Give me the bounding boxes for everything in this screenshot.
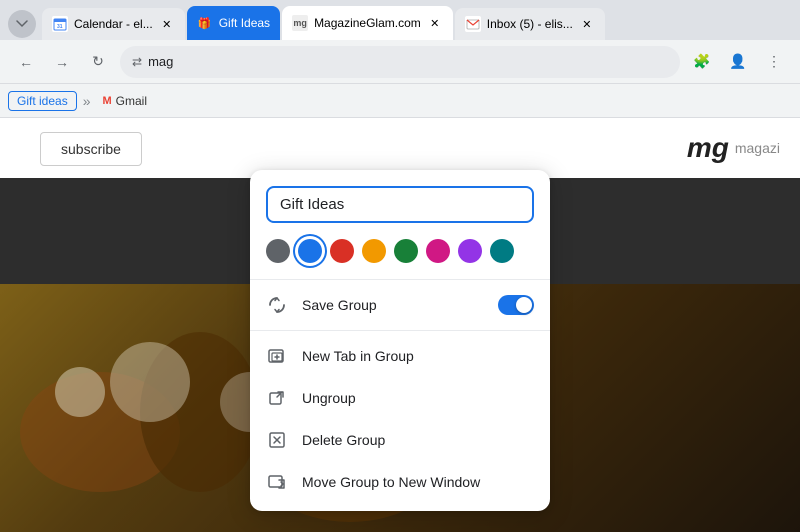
inbox-tab-close[interactable]: ✕ [579, 16, 595, 32]
color-orange[interactable] [362, 239, 386, 263]
move-group-label: Move Group to New Window [302, 474, 534, 490]
color-green[interactable] [394, 239, 418, 263]
tab-group-dropdown: Save Group New Tab in Group [250, 170, 550, 511]
calendar-favicon: 31 [52, 16, 68, 32]
color-picker-row [250, 235, 550, 275]
menu-divider-top [250, 279, 550, 280]
gmail-bookmark-label: Gmail [116, 94, 147, 108]
inbox-tab-label: Inbox (5) - elis... [487, 17, 573, 31]
calendar-tab-close[interactable]: ✕ [159, 16, 175, 32]
group-name-input[interactable] [266, 186, 534, 223]
logo-text: mg [687, 132, 729, 164]
gmail-favicon: M [103, 95, 112, 107]
toolbar: ← → ↻ ⇄ mag 🧩 👤 ⋮ [0, 40, 800, 84]
calendar-tab-label: Calendar - el... [74, 17, 153, 31]
gift-ideas-tab-label: Gift Ideas [219, 16, 270, 30]
svg-text:31: 31 [57, 24, 63, 30]
address-bar[interactable]: ⇄ mag [120, 46, 680, 78]
delete-group-item[interactable]: Delete Group [250, 419, 550, 461]
move-group-icon [266, 471, 288, 493]
menu-divider-1 [250, 330, 550, 331]
ungroup-item[interactable]: Ungroup [250, 377, 550, 419]
delete-group-icon [266, 429, 288, 451]
browser-window: 31 Calendar - el... ✕ 🎁 Gift Ideas mg Ma… [0, 0, 800, 532]
magazine-favicon: mg [292, 15, 308, 31]
save-group-toggle[interactable] [498, 295, 534, 315]
move-group-item[interactable]: Move Group to New Window [250, 461, 550, 503]
site-logo: mg magazi [687, 132, 780, 164]
website-header: subscribe mg magazi [0, 118, 800, 178]
page-content: subscribe mg magazi [0, 118, 800, 532]
reload-button[interactable]: ↻ [84, 48, 112, 76]
ungroup-icon [266, 387, 288, 409]
magazine-tab-label: MagazineGlam.com [314, 16, 421, 30]
logo-subtext: magazi [735, 140, 780, 156]
save-group-item[interactable]: Save Group [250, 284, 550, 326]
new-tab-in-group-item[interactable]: New Tab in Group [250, 335, 550, 377]
color-purple[interactable] [458, 239, 482, 263]
tab-collapse-button[interactable] [8, 10, 36, 38]
bookmarks-bar: Gift ideas » M Gmail [0, 84, 800, 118]
gift-ideas-bookmark[interactable]: Gift ideas [8, 91, 77, 111]
subscribe-label: subscribe [61, 141, 121, 157]
gift-ideas-bookmark-label: Gift ideas [17, 94, 68, 108]
color-teal[interactable] [490, 239, 514, 263]
gift-ideas-favicon: 🎁 [197, 15, 213, 31]
gmail-bookmark[interactable]: M Gmail [97, 92, 154, 110]
tab-magazine[interactable]: mg MagazineGlam.com ✕ [282, 6, 453, 40]
tab-calendar[interactable]: 31 Calendar - el... ✕ [42, 8, 185, 40]
subscribe-button[interactable]: subscribe [40, 132, 142, 166]
new-tab-icon [266, 345, 288, 367]
magazine-tab-close[interactable]: ✕ [427, 15, 443, 31]
save-group-label: Save Group [302, 297, 484, 313]
color-grey[interactable] [266, 239, 290, 263]
color-red[interactable] [330, 239, 354, 263]
save-group-icon [266, 294, 288, 316]
extensions-button[interactable]: 🧩 [688, 48, 716, 76]
toggle-knob [516, 297, 532, 313]
profile-button[interactable]: 👤 [724, 48, 752, 76]
tab-gift-ideas[interactable]: 🎁 Gift Ideas [187, 6, 280, 40]
address-text: mag [148, 54, 173, 69]
menu-button[interactable]: ⋮ [760, 48, 788, 76]
ungroup-label: Ungroup [302, 390, 534, 406]
tab-inbox[interactable]: Inbox (5) - elis... ✕ [455, 8, 605, 40]
delete-group-label: Delete Group [302, 432, 534, 448]
group-name-section [250, 186, 550, 235]
new-tab-label: New Tab in Group [302, 348, 534, 364]
color-pink[interactable] [426, 239, 450, 263]
tab-bar: 31 Calendar - el... ✕ 🎁 Gift Ideas mg Ma… [0, 0, 800, 40]
inbox-favicon [465, 16, 481, 32]
bookmark-separator: » [83, 93, 91, 109]
forward-button[interactable]: → [48, 48, 76, 76]
color-blue[interactable] [298, 239, 322, 263]
back-button[interactable]: ← [12, 48, 40, 76]
